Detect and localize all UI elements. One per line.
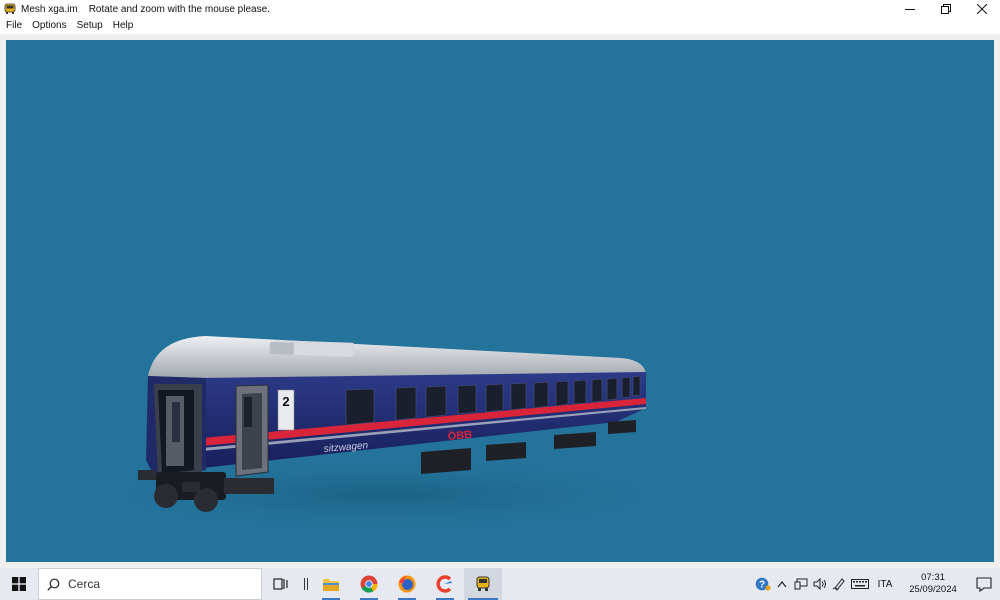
chrome-button[interactable] (350, 568, 388, 600)
volume-tray-button[interactable] (810, 568, 829, 600)
notification-center-button[interactable] (968, 568, 1000, 600)
taskbar: Cerca ? ITA 07:31 25/09/2024 (0, 568, 1000, 600)
close-icon (977, 4, 987, 14)
train-coach-model: 2 sitzwagen ÖBB (86, 336, 686, 533)
ccleaner-icon (436, 575, 452, 593)
clock[interactable]: 07:31 25/09/2024 (898, 572, 968, 596)
mesh-viewer-button[interactable] (464, 568, 502, 600)
chrome-icon (360, 575, 378, 593)
network-icon (794, 578, 807, 590)
minimize-icon (905, 9, 915, 10)
show-hidden-icons-button[interactable] (772, 568, 791, 600)
taskbar-divider (300, 568, 312, 600)
chevron-up-icon (777, 581, 786, 588)
restore-icon (941, 4, 951, 14)
help-icon: ? (755, 577, 771, 591)
title-bar[interactable]: Mesh xga.im Rotate and zoom with the mous… (0, 0, 1000, 18)
help-tray-button[interactable]: ? (753, 568, 772, 600)
menu-options[interactable]: Options (27, 18, 71, 34)
mesh-viewer-icon (476, 576, 490, 591)
menu-bar: File Options Setup Help (0, 18, 1000, 34)
restore-button[interactable] (928, 0, 964, 18)
search-placeholder: Cerca (68, 577, 101, 591)
task-view-icon (273, 578, 288, 590)
clock-time: 07:31 (921, 572, 945, 583)
clock-date: 25/09/2024 (909, 584, 957, 595)
window-title: Mesh xga.im Rotate and zoom with the mous… (21, 4, 270, 15)
3d-viewport[interactable]: 2 sitzwagen ÖBB (6, 40, 994, 562)
class-number: 2 (282, 394, 289, 409)
operator-logo: ÖBB (447, 428, 473, 443)
app-name: Mesh xga.im (21, 3, 78, 15)
minimize-button[interactable] (892, 0, 928, 18)
svg-text:?: ? (758, 580, 764, 591)
file-explorer-icon (323, 579, 339, 591)
system-tray: ? ITA 07:31 25/09/2024 (753, 568, 1000, 600)
pen-tray-button[interactable] (829, 568, 848, 600)
firefox-icon (398, 575, 416, 593)
notification-icon (976, 576, 992, 592)
train-app-icon[interactable] (4, 3, 16, 15)
network-tray-button[interactable] (791, 568, 810, 600)
menu-file[interactable]: File (1, 18, 27, 34)
language-indicator[interactable]: ITA (872, 579, 898, 590)
ccleaner-button[interactable] (426, 568, 464, 600)
search-icon (47, 578, 60, 591)
search-box[interactable]: Cerca (38, 568, 262, 600)
file-explorer-button[interactable] (312, 568, 350, 600)
menu-help[interactable]: Help (108, 18, 139, 34)
keyboard-icon (851, 579, 869, 589)
menu-setup[interactable]: Setup (72, 18, 108, 34)
firefox-button[interactable] (388, 568, 426, 600)
pen-icon (832, 578, 845, 591)
close-button[interactable] (964, 0, 1000, 18)
window-hint: Rotate and zoom with the mouse please. (88, 3, 270, 15)
speaker-icon (813, 578, 826, 590)
windows-logo-icon (12, 577, 26, 591)
keyboard-tray-button[interactable] (848, 568, 872, 600)
task-view-button[interactable] (262, 568, 300, 600)
start-button[interactable] (0, 568, 38, 600)
